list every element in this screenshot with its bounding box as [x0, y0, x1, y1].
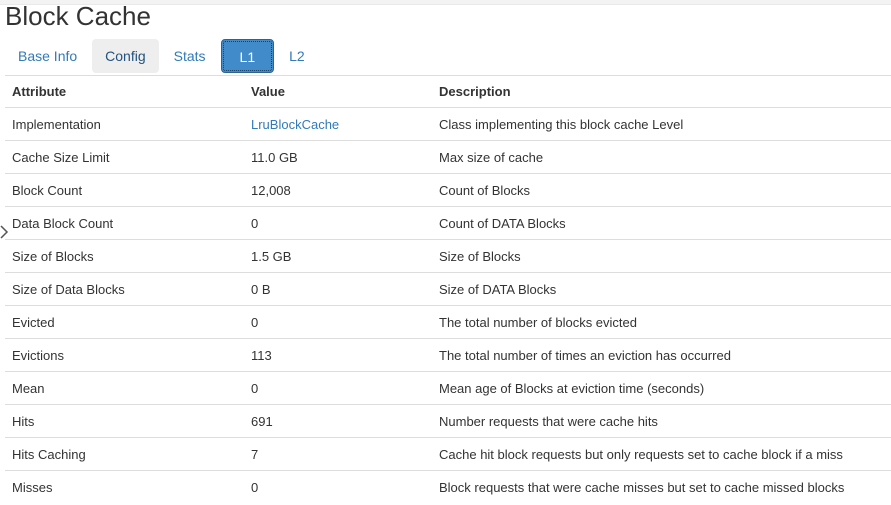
table-row: Mean 0 Mean age of Blocks at eviction ti… — [5, 371, 891, 405]
cell-attribute: Hits Caching — [5, 437, 244, 471]
table-row: Cache Size Limit 11.0 GB Max size of cac… — [5, 140, 891, 174]
cell-attribute: Hits — [5, 404, 244, 438]
cell-value: 691 — [244, 404, 432, 438]
table-row: Evictions 113 The total number of times … — [5, 338, 891, 372]
table-header-row: Attribute Value Description — [5, 75, 891, 108]
cell-value: 7 — [244, 437, 432, 471]
cell-value: LruBlockCache — [244, 107, 432, 141]
tab-l1[interactable]: L1 — [220, 39, 275, 73]
cell-description: The total number of blocks evicted — [432, 305, 891, 339]
table-row: Evicted 0 The total number of blocks evi… — [5, 305, 891, 339]
cell-attribute: Data Block Count — [5, 206, 244, 240]
cell-value: 0 — [244, 206, 432, 240]
cell-value: 0 — [244, 371, 432, 405]
header-description: Description — [432, 75, 891, 108]
cell-description: Class implementing this block cache Leve… — [432, 107, 891, 141]
header-value: Value — [244, 75, 432, 108]
cell-value: 11.0 GB — [244, 140, 432, 174]
cell-attribute: Size of Blocks — [5, 239, 244, 273]
table-row: Implementation LruBlockCache Class imple… — [5, 107, 891, 141]
cell-value: 0 — [244, 305, 432, 339]
table-row: Size of Blocks 1.5 GB Size of Blocks — [5, 239, 891, 273]
cell-value: 1.5 GB — [244, 239, 432, 273]
cell-description: Count of Blocks — [432, 173, 891, 207]
cell-description: The total number of times an eviction ha… — [432, 338, 891, 372]
table-row: Block Count 12,008 Count of Blocks — [5, 173, 891, 207]
cell-description: Size of DATA Blocks — [432, 272, 891, 306]
cell-description: Size of Blocks — [432, 239, 891, 273]
table-row: Hits 691 Number requests that were cache… — [5, 404, 891, 438]
cell-value: 12,008 — [244, 173, 432, 207]
tab-l2[interactable]: L2 — [276, 39, 318, 73]
cell-attribute: Evictions — [5, 338, 244, 372]
cell-attribute: Implementation — [5, 107, 244, 141]
cell-attribute: Size of Data Blocks — [5, 272, 244, 306]
cell-value: 113 — [244, 338, 432, 372]
cell-attribute: Misses — [5, 470, 244, 503]
page-title: Block Cache — [5, 1, 151, 31]
table-row: Size of Data Blocks 0 B Size of DATA Blo… — [5, 272, 891, 306]
tab-base-info[interactable]: Base Info — [5, 39, 90, 73]
cell-description: Count of DATA Blocks — [432, 206, 891, 240]
cell-description: Block requests that were cache misses bu… — [432, 470, 891, 503]
cell-attribute: Cache Size Limit — [5, 140, 244, 174]
table-row: Data Block Count 0 Count of DATA Blocks — [5, 206, 891, 240]
table-row: Misses 0 Block requests that were cache … — [5, 470, 891, 503]
page: Block Cache Base Info Config Stats L1 L2… — [0, 0, 891, 505]
cell-attribute: Evicted — [5, 305, 244, 339]
chevron-right-icon[interactable] — [0, 224, 9, 240]
cell-description: Number requests that were cache hits — [432, 404, 891, 438]
header-attribute: Attribute — [5, 75, 244, 108]
table-row: Hits Caching 7 Cache hit block requests … — [5, 437, 891, 471]
block-cache-table: Attribute Value Description Implementati… — [5, 75, 891, 503]
cell-value: 0 B — [244, 272, 432, 306]
cell-value: 0 — [244, 470, 432, 503]
cell-description: Mean age of Blocks at eviction time (sec… — [432, 371, 891, 405]
cell-attribute: Mean — [5, 371, 244, 405]
cell-attribute: Block Count — [5, 173, 244, 207]
tab-stats[interactable]: Stats — [161, 39, 219, 73]
implementation-link[interactable]: LruBlockCache — [251, 117, 339, 132]
cell-description: Cache hit block requests but only reques… — [432, 437, 891, 471]
cell-description: Max size of cache — [432, 140, 891, 174]
tab-config[interactable]: Config — [92, 39, 159, 73]
tab-bar: Base Info Config Stats L1 L2 — [5, 39, 320, 75]
